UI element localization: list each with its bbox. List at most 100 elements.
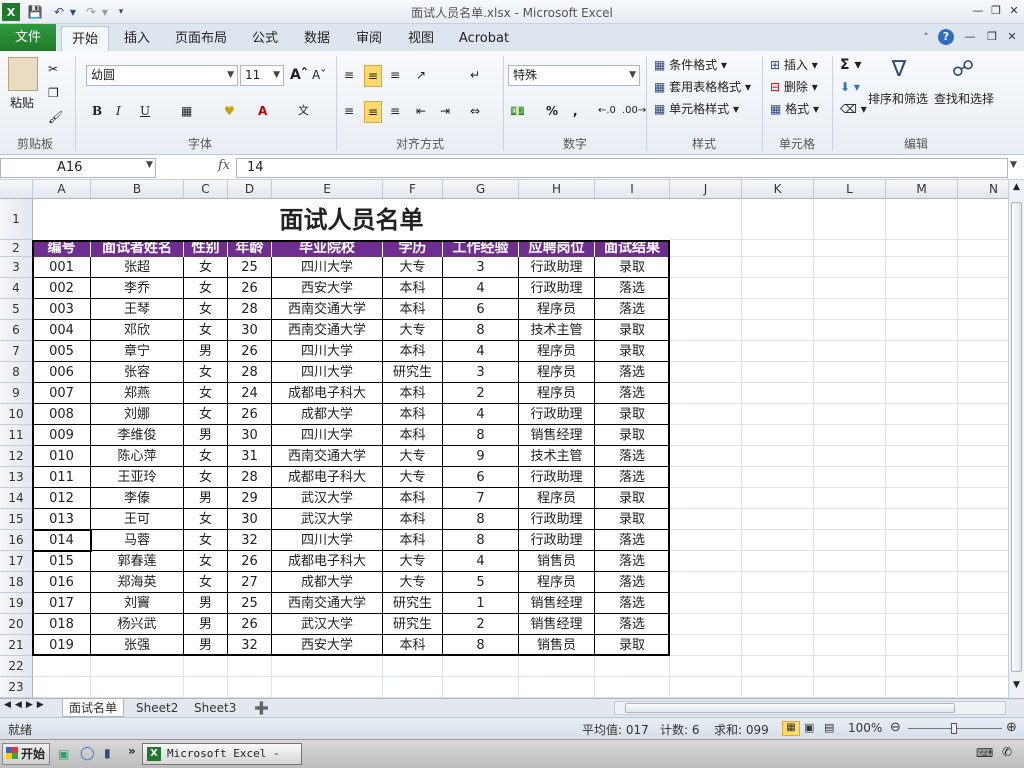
table-cell[interactable]: 26 <box>228 278 272 299</box>
row-header-15[interactable]: 15 <box>0 509 33 530</box>
name-box-dropdown-icon[interactable]: ▼ <box>146 160 153 170</box>
align-top-icon[interactable]: ≡ <box>344 65 354 85</box>
table-header-cell[interactable]: 面试者姓名 <box>91 240 184 257</box>
table-cell[interactable]: 西安大学 <box>272 635 383 656</box>
table-cell[interactable]: 录取 <box>595 320 670 341</box>
table-cell[interactable]: 行政助理 <box>519 467 595 488</box>
increase-decimal-icon[interactable]: ←.0 <box>598 101 616 121</box>
row-header-21[interactable]: 21 <box>0 635 33 656</box>
table-cell[interactable]: 8 <box>443 635 519 656</box>
orientation-icon[interactable]: ↗ <box>416 65 426 85</box>
table-header-cell[interactable]: 性别 <box>184 240 228 257</box>
table-cell[interactable]: 四川大学 <box>272 362 383 383</box>
table-cell[interactable]: 录取 <box>595 635 670 656</box>
table-cell[interactable]: 女 <box>184 446 228 467</box>
row-header-9[interactable]: 9 <box>0 383 33 404</box>
sort-filter-button[interactable]: 排序和筛选 <box>868 89 928 109</box>
table-cell[interactable]: 29 <box>228 488 272 509</box>
table-cell[interactable]: 录取 <box>595 341 670 362</box>
table-cell[interactable]: 技术主管 <box>519 320 595 341</box>
table-cell[interactable]: 录取 <box>595 509 670 530</box>
table-cell[interactable]: 005 <box>33 341 91 362</box>
border-icon[interactable]: ▦ <box>181 101 192 121</box>
table-cell[interactable]: 014 <box>33 530 91 551</box>
table-cell[interactable]: 落选 <box>595 299 670 320</box>
table-cell[interactable]: 男 <box>184 614 228 635</box>
table-cell[interactable]: 落选 <box>595 467 670 488</box>
row-header-3[interactable]: 3 <box>0 257 33 278</box>
sheet-nav-icon[interactable]: ◀◀▶▶ <box>4 700 48 710</box>
table-cell[interactable]: 2 <box>443 383 519 404</box>
table-cell[interactable]: 28 <box>228 362 272 383</box>
table-cell[interactable]: 郭春莲 <box>91 551 184 572</box>
table-cell[interactable]: 4 <box>443 404 519 425</box>
table-cell[interactable]: 4 <box>443 278 519 299</box>
table-cell[interactable]: 落选 <box>595 278 670 299</box>
table-cell[interactable]: 本科 <box>383 383 443 404</box>
table-cell[interactable]: 女 <box>184 551 228 572</box>
row-header-14[interactable]: 14 <box>0 488 33 509</box>
grow-font-icon[interactable]: Aˆ <box>290 65 308 85</box>
fill-color-icon[interactable]: ♥ <box>224 101 235 121</box>
table-cell[interactable]: 大专 <box>383 467 443 488</box>
table-cell[interactable]: 5 <box>443 572 519 593</box>
row-header-4[interactable]: 4 <box>0 278 33 299</box>
align-right-icon[interactable]: ≡ <box>390 101 400 121</box>
table-cell[interactable]: 程序员 <box>519 383 595 404</box>
table-cell[interactable]: 西南交通大学 <box>272 593 383 614</box>
table-cell[interactable]: 27 <box>228 572 272 593</box>
table-cell[interactable]: 本科 <box>383 509 443 530</box>
table-cell[interactable]: 女 <box>184 383 228 404</box>
bold-button[interactable]: B <box>92 101 102 121</box>
table-cell[interactable]: 武汉大学 <box>272 488 383 509</box>
table-cell[interactable]: 录取 <box>595 488 670 509</box>
row-header-6[interactable]: 6 <box>0 320 33 341</box>
table-cell[interactable]: 本科 <box>383 404 443 425</box>
table-cell[interactable]: 录取 <box>595 404 670 425</box>
percent-button[interactable]: % <box>546 101 558 121</box>
minimize-icon[interactable]: — <box>970 3 986 19</box>
table-cell[interactable]: 程序员 <box>519 488 595 509</box>
row-header-16[interactable]: 16 <box>0 530 33 551</box>
table-cell[interactable]: 杨兴武 <box>91 614 184 635</box>
table-cell[interactable]: 女 <box>184 509 228 530</box>
table-cell[interactable]: 四川大学 <box>272 341 383 362</box>
font-size-combo[interactable]: 11 ▼ <box>240 65 284 86</box>
table-cell[interactable]: 女 <box>184 362 228 383</box>
table-cell[interactable]: 女 <box>184 530 228 551</box>
copy-icon[interactable]: ❐ <box>48 83 59 103</box>
table-cell[interactable]: 011 <box>33 467 91 488</box>
table-cell[interactable]: 张超 <box>91 257 184 278</box>
tab-review[interactable]: 审阅 <box>348 26 390 51</box>
table-cell[interactable]: 李傣 <box>91 488 184 509</box>
table-cell[interactable]: 女 <box>184 320 228 341</box>
new-sheet-icon[interactable]: ➕ <box>248 699 275 717</box>
table-cell[interactable]: 大专 <box>383 257 443 278</box>
table-cell[interactable]: 016 <box>33 572 91 593</box>
table-cell[interactable]: 002 <box>33 278 91 299</box>
close-icon[interactable]: ✕ <box>1006 3 1022 19</box>
row-header-12[interactable]: 12 <box>0 446 33 467</box>
table-cell[interactable]: 成都大学 <box>272 572 383 593</box>
column-header-a[interactable]: A <box>33 180 91 199</box>
table-cell[interactable]: 落选 <box>595 551 670 572</box>
table-cell[interactable]: 女 <box>184 299 228 320</box>
table-cell[interactable]: 本科 <box>383 341 443 362</box>
table-cell[interactable]: 刘竇 <box>91 593 184 614</box>
table-cell[interactable]: 郑燕 <box>91 383 184 404</box>
taskbar-excel-button[interactable]: Microsoft Excel - ... <box>142 743 302 765</box>
table-cell[interactable]: 成都电子科大 <box>272 467 383 488</box>
vertical-scrollbar[interactable]: ▲ ▼ <box>1008 180 1024 698</box>
table-cell[interactable]: 落选 <box>595 383 670 404</box>
column-header-i[interactable]: I <box>595 180 670 199</box>
table-cell[interactable]: 王可 <box>91 509 184 530</box>
table-cell[interactable]: 012 <box>33 488 91 509</box>
table-cell[interactable]: 落选 <box>595 362 670 383</box>
table-cell[interactable]: 女 <box>184 278 228 299</box>
delete-cells-button[interactable]: ⊟ 删除 ▾ <box>770 77 818 97</box>
table-cell[interactable]: 008 <box>33 404 91 425</box>
row-header-22[interactable]: 22 <box>0 656 33 677</box>
comma-button[interactable]: , <box>573 101 578 121</box>
browser-icon[interactable]: ◯ <box>80 746 95 761</box>
tab-home[interactable]: 开始 <box>61 26 109 51</box>
